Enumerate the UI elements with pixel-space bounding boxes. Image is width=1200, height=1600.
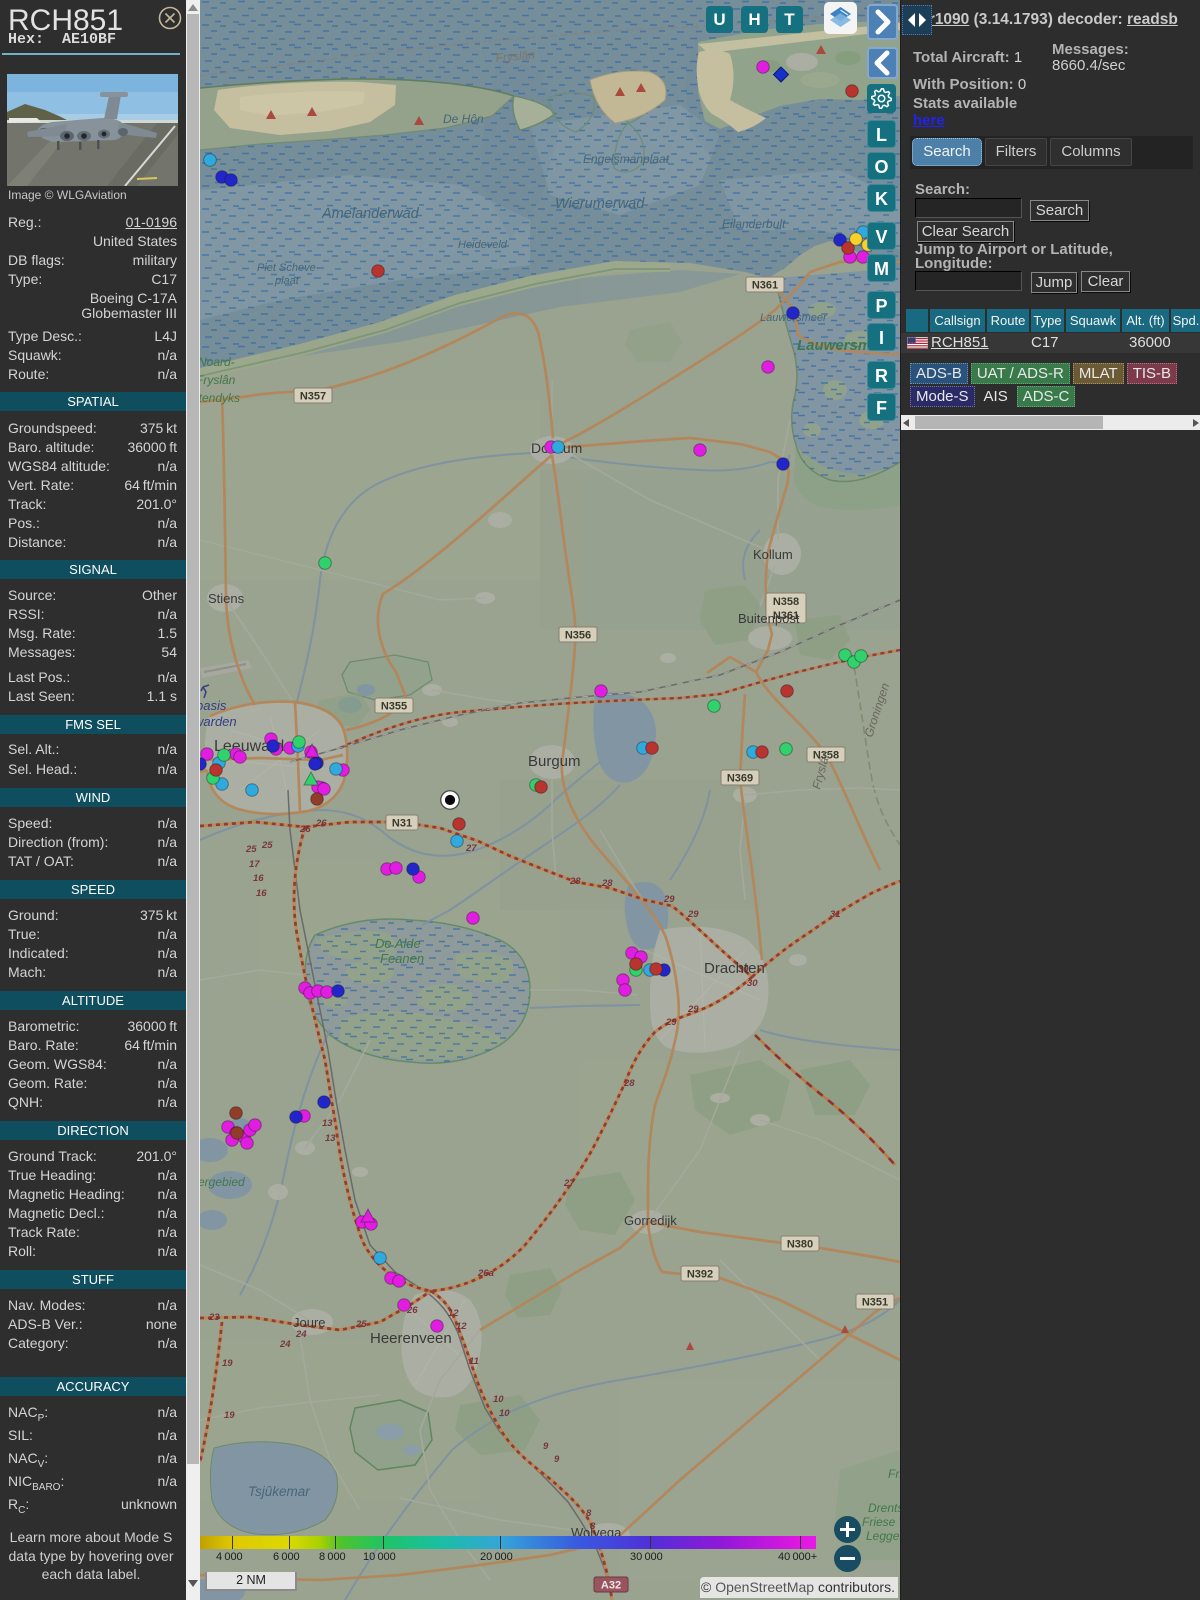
svg-text:26: 26	[315, 818, 327, 829]
svg-text:10: 10	[499, 1408, 510, 1419]
svg-text:De Alde: De Alde	[375, 936, 421, 951]
svg-text:12: 12	[456, 1321, 467, 1332]
svg-text:Piet Scheve-: Piet Scheve-	[257, 262, 320, 274]
svg-text:16: 16	[256, 888, 267, 899]
svg-text:N355: N355	[381, 701, 407, 713]
svg-text:N357: N357	[300, 391, 326, 403]
svg-text:25: 25	[355, 1319, 367, 1330]
svg-text:28: 28	[601, 878, 613, 889]
svg-text:30: 30	[747, 978, 758, 989]
svg-text:Amelanderwad: Amelanderwad	[321, 206, 420, 222]
svg-text:26: 26	[299, 824, 311, 835]
svg-text:Eilanderbult: Eilanderbult	[722, 217, 786, 231]
svg-text:N392: N392	[687, 1269, 713, 1281]
svg-text:29: 29	[663, 894, 675, 905]
svg-text:Stiens: Stiens	[208, 591, 245, 606]
svg-text:29: 29	[665, 1017, 677, 1028]
svg-text:Joure: Joure	[293, 1315, 326, 1330]
svg-text:Drents-: Drents-	[868, 1501, 900, 1515]
svg-text:27: 27	[465, 843, 477, 854]
svg-text:24: 24	[279, 1339, 291, 1350]
svg-text:11: 11	[469, 1356, 479, 1367]
svg-text:warden: warden	[200, 714, 237, 729]
svg-text:17: 17	[249, 859, 260, 870]
svg-text:Lauwersm: Lauwersm	[797, 337, 871, 354]
svg-text:23: 23	[208, 1312, 220, 1323]
svg-text:N351: N351	[862, 1297, 888, 1309]
svg-text:N369: N369	[727, 773, 753, 785]
svg-text:12: 12	[448, 1308, 459, 1319]
svg-text:Tsjûkemar: Tsjûkemar	[248, 1484, 310, 1499]
svg-text:8: 8	[586, 1508, 592, 1519]
svg-text:N361: N361	[752, 280, 778, 292]
svg-text:Feanen: Feanen	[380, 951, 424, 966]
svg-text:Gorredijk: Gorredijk	[624, 1213, 677, 1228]
svg-text:Engelsmanplaat: Engelsmanplaat	[583, 152, 670, 166]
svg-text:Heerenveen: Heerenveen	[370, 1330, 452, 1347]
svg-text:26a: 26a	[477, 1268, 494, 1279]
svg-text:28: 28	[569, 876, 581, 887]
svg-text:19: 19	[222, 1358, 233, 1369]
svg-text:9: 9	[543, 1441, 549, 1452]
svg-text:27: 27	[563, 1178, 575, 1189]
svg-text:A32: A32	[601, 1580, 621, 1592]
svg-text:Leggelder: Leggelder	[866, 1529, 900, 1543]
svg-text:plaat: plaat	[274, 275, 300, 287]
svg-text:29: 29	[687, 909, 699, 920]
svg-text:Wierumerwad: Wierumerwad	[555, 196, 645, 212]
svg-text:28: 28	[623, 1078, 635, 1089]
svg-text:Noard-: Noard-	[200, 355, 235, 369]
svg-text:Drachten: Drachten	[704, 960, 765, 977]
svg-text:N358: N358	[773, 596, 799, 608]
svg-text:N380: N380	[787, 1239, 813, 1251]
svg-text:9: 9	[554, 1454, 560, 1465]
svg-text:N356: N356	[565, 630, 591, 642]
svg-text:Friese Wo: Friese Wo	[862, 1515, 900, 1529]
svg-text:Heideveld: Heideveld	[458, 239, 508, 251]
svg-text:13: 13	[322, 1118, 333, 1129]
svg-text:Burgum: Burgum	[528, 753, 581, 770]
svg-text:31: 31	[830, 909, 841, 920]
svg-text:25: 25	[245, 844, 257, 855]
svg-text:13: 13	[325, 1133, 336, 1144]
svg-text:ûtendyks: ûtendyks	[200, 391, 240, 405]
svg-text:Buitenpost: Buitenpost	[738, 611, 800, 626]
svg-text:24: 24	[295, 1329, 307, 1340]
svg-text:29: 29	[687, 1004, 699, 1015]
svg-text:Fri: Fri	[888, 1467, 900, 1481]
svg-text:N31: N31	[392, 818, 412, 830]
svg-text:Kollum: Kollum	[753, 547, 793, 562]
svg-text:basis: basis	[200, 698, 227, 713]
svg-text:10: 10	[493, 1394, 504, 1405]
svg-text:ergebied: ergebied	[200, 1175, 245, 1189]
svg-text:Fryslân: Fryslân	[200, 373, 236, 387]
svg-text:25: 25	[261, 840, 273, 851]
svg-text:16: 16	[253, 873, 264, 884]
svg-text:19: 19	[224, 1410, 235, 1421]
svg-text:De Hôn: De Hôn	[443, 112, 484, 126]
